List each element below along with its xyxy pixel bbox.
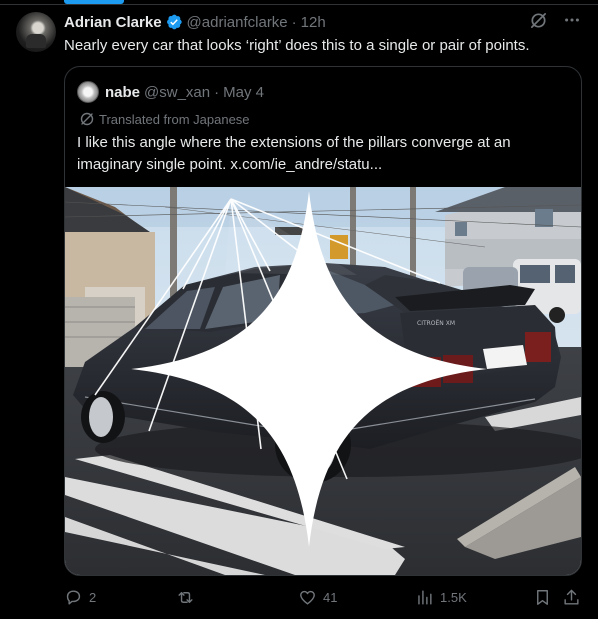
- separator-dot: ·: [214, 83, 220, 101]
- tweet-timestamp[interactable]: 12h: [301, 14, 326, 31]
- reply-count: 2: [89, 590, 97, 605]
- quoted-date: May 4: [223, 83, 264, 101]
- repost-button[interactable]: [176, 588, 201, 607]
- divider: [0, 4, 598, 5]
- quoted-header: nabe @sw_xan · May 4: [77, 81, 264, 103]
- reply-icon: [66, 590, 81, 605]
- bookmark-button[interactable]: [533, 588, 558, 607]
- tweet-header: Adrian Clarke @adrianfclarke · 12h: [64, 12, 582, 32]
- author-avatar[interactable]: [16, 12, 56, 52]
- author-handle[interactable]: @adrianfclarke: [187, 14, 288, 31]
- like-button[interactable]: 41: [298, 588, 337, 607]
- verified-badge-icon[interactable]: [165, 13, 183, 31]
- views-icon: [418, 590, 432, 605]
- car-photo[interactable]: CITROËN XM: [65, 187, 581, 575]
- translation-notice: Translated from Japanese: [79, 111, 250, 127]
- sparkle-icon[interactable]: [65, 187, 567, 563]
- more-icon[interactable]: [562, 10, 582, 30]
- views-count: 1.5K: [440, 590, 467, 605]
- like-count: 41: [323, 590, 338, 605]
- action-bar: 2 41 1.5K: [64, 588, 582, 610]
- translated-label: Translated from Japanese: [99, 111, 250, 127]
- bookmark-icon: [537, 590, 548, 605]
- separator-dot: ·: [291, 13, 297, 31]
- quoted-tweet-card[interactable]: nabe @sw_xan · May 4 Translated from Jap…: [64, 66, 582, 576]
- translate-icon: [80, 112, 94, 126]
- heart-icon: [300, 590, 315, 605]
- grok-icon[interactable]: [528, 10, 548, 30]
- share-button[interactable]: [562, 588, 587, 607]
- author-name[interactable]: Adrian Clarke: [64, 14, 162, 31]
- quoted-text: I like this angle where the extensions o…: [77, 134, 511, 173]
- views-button[interactable]: 1.5K: [415, 588, 467, 607]
- reply-button[interactable]: 2: [64, 588, 96, 607]
- repost-icon: [178, 592, 193, 603]
- quoted-author-name: nabe: [105, 83, 141, 101]
- quoted-author-handle: @sw_xan: [144, 83, 211, 101]
- quoted-avatar: [77, 81, 99, 103]
- share-icon: [564, 589, 579, 605]
- header-actions: [528, 10, 582, 30]
- tweet-text: Nearly every car that looks ‘right’ does…: [64, 37, 530, 54]
